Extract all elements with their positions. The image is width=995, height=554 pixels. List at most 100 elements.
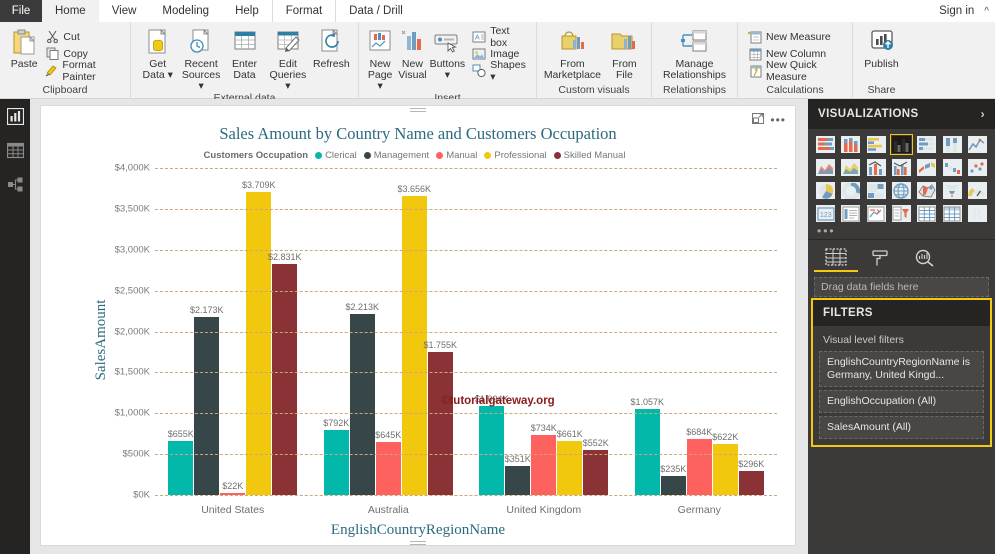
format-painter-label: Format Painter [62,58,96,83]
from-marketplace-button[interactable]: From Marketplace [542,25,603,81]
new-page-button[interactable]: New Page ▾ [364,25,396,92]
text-box-button[interactable]: A Text box [470,25,531,49]
stacked-area-chart-icon[interactable] [839,157,862,178]
bar-skilled-manual[interactable]: $296K [738,459,764,495]
scatter-chart-icon[interactable] [966,157,989,178]
ribbon-chart-icon[interactable] [915,157,938,178]
edit-queries-button[interactable]: Edit Queries ▾ [266,25,309,92]
map-icon[interactable] [890,180,913,201]
legend-swatch [553,152,561,159]
r-script-visual-icon[interactable]: R [966,203,989,224]
bar-professional[interactable]: $3.709K [242,180,276,495]
paste-button[interactable]: Paste [5,25,43,70]
bar-skilled-manual[interactable]: $552K [583,438,609,495]
get-data-button[interactable]: Get Data ▾ [136,25,179,81]
waterfall-chart-icon[interactable] [940,157,963,178]
recent-sources-button[interactable]: Recent Sources ▾ [179,25,222,92]
filter-card-occupation[interactable]: EnglishOccupation (All) [819,390,984,413]
tab-home[interactable]: Home [42,0,99,22]
donut-chart-icon[interactable] [839,180,862,201]
new-visual-button[interactable]: New Visual [396,25,428,81]
fields-dropzone[interactable]: Drag data fields here [814,277,989,297]
tab-file[interactable]: File [0,0,42,22]
new-measure-button[interactable]: New Measure [746,28,847,45]
100-stacked-bar-chart-icon[interactable] [915,134,938,155]
bar-management[interactable]: $235K [660,464,686,495]
fields-tab[interactable] [814,244,858,272]
manage-relationships-button[interactable]: Manage Relationships [657,25,732,81]
bar-manual[interactable]: $645K [375,430,401,495]
line-clustered-column-chart-icon[interactable] [890,157,913,178]
bar-data-label: $622K [712,432,739,443]
sidebar-item-report-view[interactable] [0,99,30,133]
enter-data-button[interactable]: Enter Data [223,25,266,81]
shapes-button[interactable]: Shapes ▾ [470,59,531,83]
format-painter-button[interactable]: Format Painter [43,59,125,83]
legend-item-clerical[interactable]: Clerical [315,150,357,161]
area-chart-icon[interactable] [814,157,837,178]
bar-manual[interactable]: $684K [686,427,712,495]
bar-skilled-manual[interactable]: $2.831K [268,252,302,495]
bar-professional[interactable]: $622K [712,432,738,495]
clustered-column-chart-visual[interactable]: ••• Sales Amount by Country Name and Cus… [45,108,791,545]
legend-item-manual[interactable]: Manual [436,150,477,161]
buttons-button[interactable]: Buttons ▾ [429,25,467,81]
line-chart-icon[interactable] [966,134,989,155]
matrix-icon[interactable] [940,203,963,224]
line-stacked-column-chart-icon[interactable] [865,157,888,178]
funnel-icon[interactable] [940,180,963,201]
tab-data-drill[interactable]: Data / Drill [335,0,416,22]
bar-manual[interactable]: $734K [531,423,557,495]
focus-mode-icon[interactable] [752,113,765,127]
clustered-bar-chart-icon[interactable] [865,134,888,155]
tab-format[interactable]: Format [271,0,335,22]
gauge-icon[interactable] [966,180,989,201]
tab-modeling[interactable]: Modeling [149,0,222,22]
bar-clerical[interactable]: $1.057K [630,397,664,495]
refresh-button[interactable]: Refresh [310,25,353,70]
clustered-column-chart-icon[interactable] [889,134,914,155]
card-icon[interactable]: 123 [814,203,837,224]
visual-resize-handle-bottom[interactable] [410,541,426,546]
format-tab[interactable] [858,244,902,272]
bar-professional[interactable]: $661K [557,429,583,495]
legend-item-management[interactable]: Management [363,150,429,161]
more-options-icon[interactable]: ••• [770,114,786,126]
bar-clerical[interactable]: $1.094K [475,394,509,495]
from-file-button[interactable]: From File [603,25,646,81]
publish-button[interactable]: Publish [858,25,905,70]
slicer-icon[interactable] [890,203,913,224]
edit-queries-label: Edit Queries ▾ [269,58,307,92]
new-quick-measure-button[interactable]: New Quick Measure [746,59,847,83]
sidebar-item-model-view[interactable] [0,167,30,201]
tab-view[interactable]: View [99,0,150,22]
multi-row-card-icon[interactable] [839,203,862,224]
table-icon[interactable] [915,203,938,224]
bar-management[interactable]: $2.213K [345,302,379,495]
bar-management[interactable]: $351K [505,454,531,495]
slicer-icon-glyph [891,205,911,222]
stacked-bar-chart-icon[interactable] [814,134,837,155]
tab-help[interactable]: Help [222,0,272,22]
treemap-icon[interactable] [865,180,888,201]
more-visuals-icon[interactable]: ••• [808,225,995,239]
visual-resize-handle-top[interactable] [410,108,426,113]
sidebar-item-data-view[interactable] [0,133,30,167]
filled-map-icon[interactable] [915,180,938,201]
chevron-right-icon[interactable]: › [981,107,985,121]
analytics-tab[interactable] [902,244,946,272]
legend-item-professional[interactable]: Professional [484,150,547,161]
cut-button[interactable]: Cut [43,28,125,45]
filter-card-salesamount[interactable]: SalesAmount (All) [819,416,984,439]
pie-chart-icon[interactable] [814,180,837,201]
kpi-icon[interactable] [865,203,888,224]
chevron-up-icon[interactable]: ^ [984,6,989,17]
stacked-column-chart-icon[interactable] [839,134,862,155]
sign-in-link[interactable]: Sign in [939,5,974,17]
legend-item-skilled-manual[interactable]: Skilled Manual [553,150,625,161]
bar-clerical[interactable]: $792K [323,418,349,495]
100-stacked-column-chart-icon[interactable] [940,134,963,155]
filter-card-country[interactable]: EnglishCountryRegionName is Germany, Uni… [819,351,984,387]
bar-management[interactable]: $2.173K [190,305,224,495]
bar-clerical[interactable]: $655K [168,429,194,495]
